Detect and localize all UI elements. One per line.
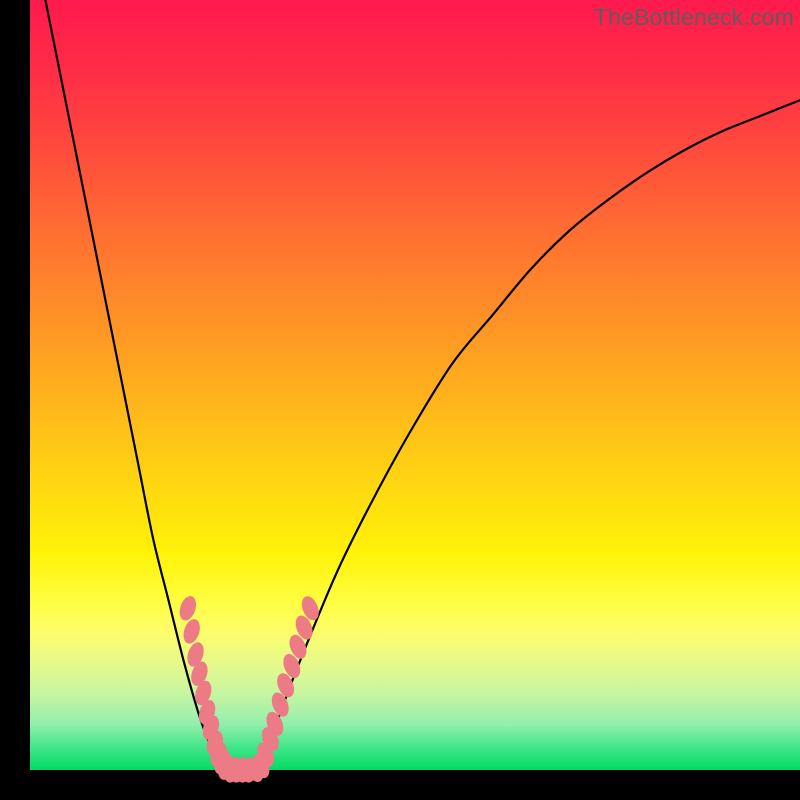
- data-marker: [181, 617, 203, 646]
- data-marker: [177, 594, 199, 623]
- chart-frame: TheBottleneck.com: [0, 0, 800, 800]
- plot-area: TheBottleneck.com: [30, 0, 800, 770]
- bottleneck-curve: [45, 0, 800, 773]
- curve-svg: [30, 0, 800, 770]
